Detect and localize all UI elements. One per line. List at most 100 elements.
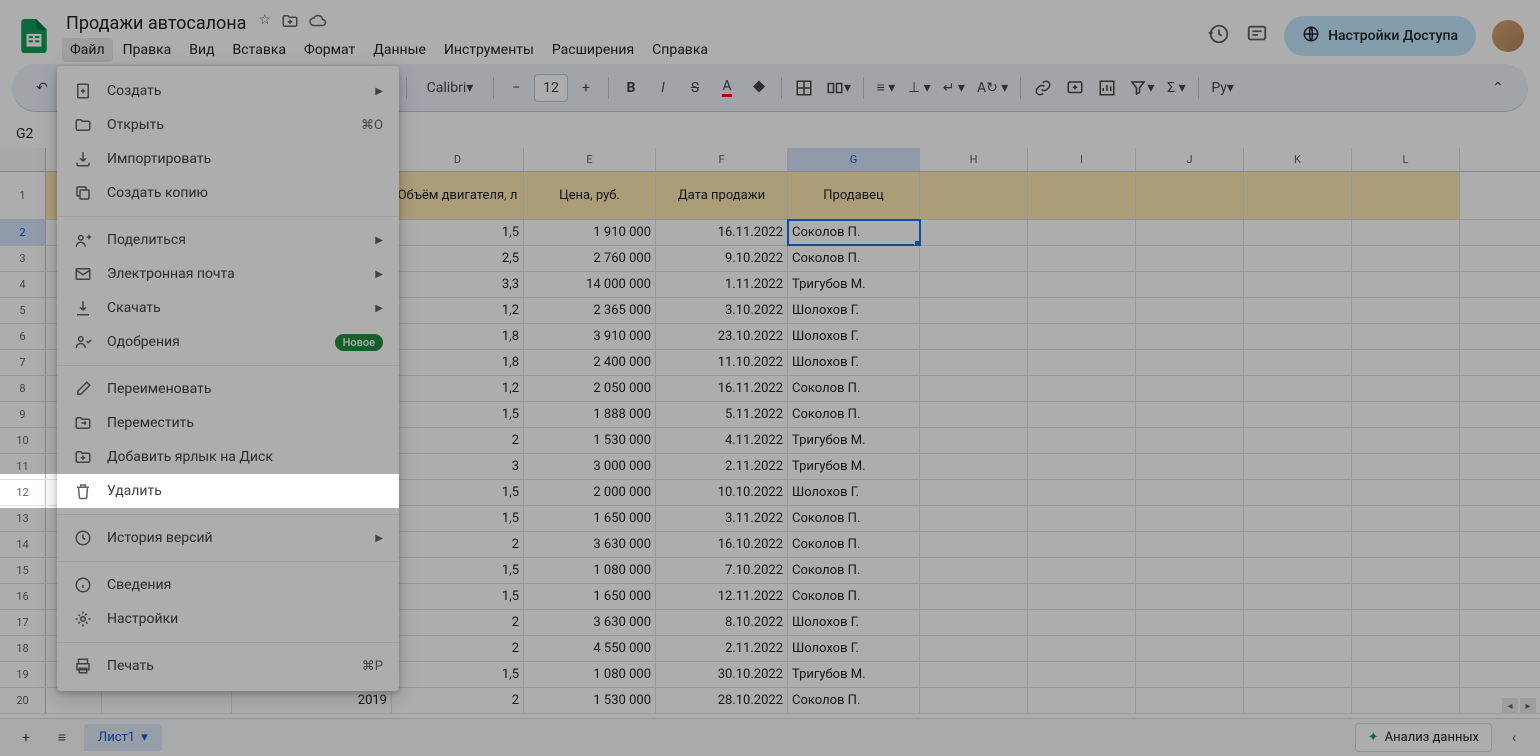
cell[interactable]: [1136, 298, 1244, 323]
row-header[interactable]: 19: [0, 662, 46, 687]
col-header-H[interactable]: H: [920, 148, 1028, 171]
menu-item-rename[interactable]: Переименовать: [57, 372, 399, 406]
cell[interactable]: 14 000 000: [524, 272, 656, 297]
menu-item-import[interactable]: Импортировать: [57, 142, 399, 176]
cell[interactable]: [1352, 272, 1460, 297]
cell[interactable]: [1244, 688, 1352, 713]
cell[interactable]: [1136, 272, 1244, 297]
cell[interactable]: 1 650 000: [524, 584, 656, 609]
col-header-K[interactable]: K: [1244, 148, 1352, 171]
chart-button[interactable]: [1093, 74, 1121, 102]
cell[interactable]: 30.10.2022: [656, 662, 788, 687]
cell[interactable]: [1136, 350, 1244, 375]
cell[interactable]: [1352, 220, 1460, 245]
cell[interactable]: 1,5: [392, 480, 524, 505]
cell[interactable]: 2 000 000: [524, 480, 656, 505]
move-folder-icon[interactable]: [281, 12, 299, 34]
menu-расширения[interactable]: Расширения: [544, 38, 642, 62]
cell[interactable]: [1028, 558, 1136, 583]
cell[interactable]: [1352, 584, 1460, 609]
cell[interactable]: 2019: [232, 688, 392, 713]
menu-item-move[interactable]: Переместить: [57, 406, 399, 440]
cell[interactable]: [1352, 532, 1460, 557]
cell[interactable]: [102, 688, 232, 713]
cell[interactable]: [920, 584, 1028, 609]
cell[interactable]: [1352, 324, 1460, 349]
row-header[interactable]: 16: [0, 584, 46, 609]
cell[interactable]: 3.10.2022: [656, 298, 788, 323]
cell[interactable]: [1136, 376, 1244, 401]
menu-item-copy[interactable]: Создать копию: [57, 176, 399, 210]
cell[interactable]: [1244, 610, 1352, 635]
cell[interactable]: Соколов П.: [788, 688, 920, 713]
header-cell-K[interactable]: [1244, 172, 1352, 219]
cell[interactable]: [1244, 376, 1352, 401]
cell[interactable]: Соколов П.: [788, 246, 920, 271]
cell[interactable]: [920, 506, 1028, 531]
cell[interactable]: 1,5: [392, 584, 524, 609]
header-cell-I[interactable]: [1028, 172, 1136, 219]
row-header[interactable]: 12: [0, 480, 46, 505]
cell[interactable]: [1244, 480, 1352, 505]
cell[interactable]: [1136, 402, 1244, 427]
cell[interactable]: Соколов П.: [788, 558, 920, 583]
cell[interactable]: [1352, 402, 1460, 427]
cell[interactable]: [1352, 480, 1460, 505]
cell[interactable]: 1,5: [392, 402, 524, 427]
cell[interactable]: [1244, 220, 1352, 245]
cell[interactable]: [1136, 584, 1244, 609]
cell[interactable]: 1,8: [392, 350, 524, 375]
cell[interactable]: [920, 298, 1028, 323]
cell[interactable]: 4 550 000: [524, 636, 656, 661]
cell[interactable]: [1244, 636, 1352, 661]
cell[interactable]: [920, 246, 1028, 271]
cell[interactable]: [1244, 298, 1352, 323]
python-button[interactable]: Py ▾: [1207, 74, 1238, 102]
undo-button[interactable]: ↶: [28, 74, 56, 102]
cell[interactable]: [1352, 298, 1460, 323]
cell[interactable]: 10.10.2022: [656, 480, 788, 505]
cell[interactable]: [1028, 584, 1136, 609]
menu-справка[interactable]: Справка: [644, 38, 716, 62]
cell[interactable]: [1244, 454, 1352, 479]
menu-item-mail[interactable]: Электронная почта▶: [57, 257, 399, 291]
header-cell-D[interactable]: Объём двигателя, л: [392, 172, 524, 219]
row-header[interactable]: 17: [0, 610, 46, 635]
cell[interactable]: [1244, 532, 1352, 557]
cell[interactable]: 1,2: [392, 298, 524, 323]
cell[interactable]: 2: [392, 636, 524, 661]
cell[interactable]: 1.11.2022: [656, 272, 788, 297]
cell[interactable]: [1028, 688, 1136, 713]
cell[interactable]: [1244, 272, 1352, 297]
cell[interactable]: [920, 558, 1028, 583]
menu-item-gear[interactable]: Настройки: [57, 602, 399, 636]
cell[interactable]: 2 760 000: [524, 246, 656, 271]
cell[interactable]: 2.11.2022: [656, 454, 788, 479]
menu-item-folder[interactable]: Открыть⌘O: [57, 108, 399, 142]
cell[interactable]: Соколов П.: [788, 376, 920, 401]
col-header-I[interactable]: I: [1028, 148, 1136, 171]
cell[interactable]: [920, 636, 1028, 661]
row-header[interactable]: 13: [0, 506, 46, 531]
cell[interactable]: [920, 610, 1028, 635]
row-header[interactable]: 20: [0, 688, 46, 713]
cell[interactable]: [1028, 532, 1136, 557]
cell[interactable]: [1352, 350, 1460, 375]
row-header[interactable]: 2: [0, 220, 46, 245]
cell[interactable]: 7.10.2022: [656, 558, 788, 583]
header-cell-G[interactable]: Продавец: [788, 172, 920, 219]
col-header-G[interactable]: G: [788, 148, 920, 171]
sheet-tab[interactable]: Лист1 ▾: [84, 724, 162, 751]
menu-item-download[interactable]: Скачать▶: [57, 291, 399, 325]
cell[interactable]: [1028, 350, 1136, 375]
cell[interactable]: [1136, 636, 1244, 661]
row-header[interactable]: 7: [0, 350, 46, 375]
cell[interactable]: [920, 402, 1028, 427]
comment-button[interactable]: [1061, 74, 1089, 102]
cell[interactable]: [1028, 246, 1136, 271]
cell[interactable]: [1136, 506, 1244, 531]
row-header[interactable]: 9: [0, 402, 46, 427]
row-header[interactable]: 15: [0, 558, 46, 583]
cell[interactable]: 16.11.2022: [656, 220, 788, 245]
cell[interactable]: [1028, 480, 1136, 505]
